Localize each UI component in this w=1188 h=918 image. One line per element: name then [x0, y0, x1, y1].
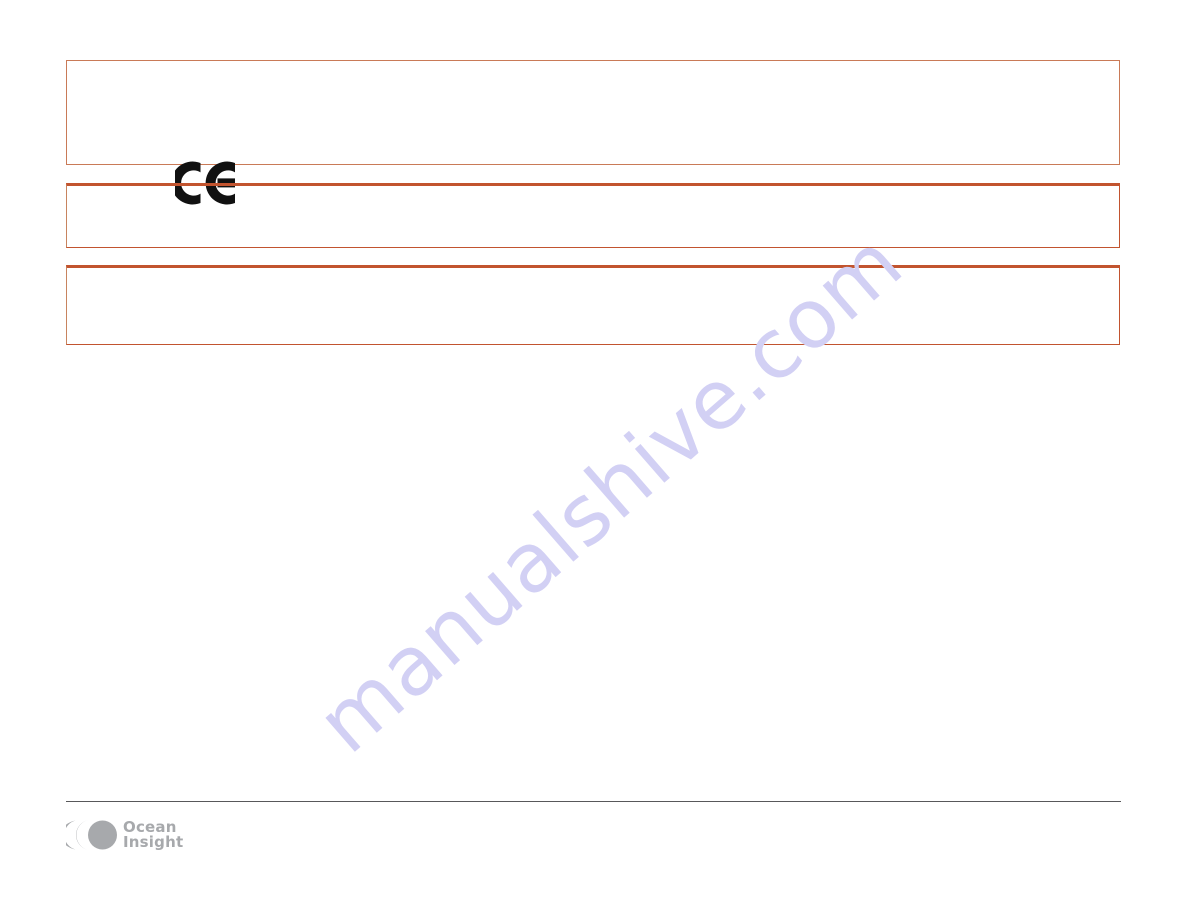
logo-line-insight: Insight — [123, 833, 184, 851]
notice-box-ce — [66, 60, 1120, 205]
ocean-insight-logo-text: Ocean Insight — [123, 820, 183, 850]
ocean-insight-logo-mark-icon — [66, 819, 117, 851]
footer-divider — [66, 801, 1121, 802]
notice-box-two — [66, 183, 1120, 248]
notice-box-three — [66, 265, 1120, 345]
document-page: manualshive.com Ocean Insight — [0, 0, 1188, 918]
ocean-insight-logo: Ocean Insight — [66, 819, 183, 851]
